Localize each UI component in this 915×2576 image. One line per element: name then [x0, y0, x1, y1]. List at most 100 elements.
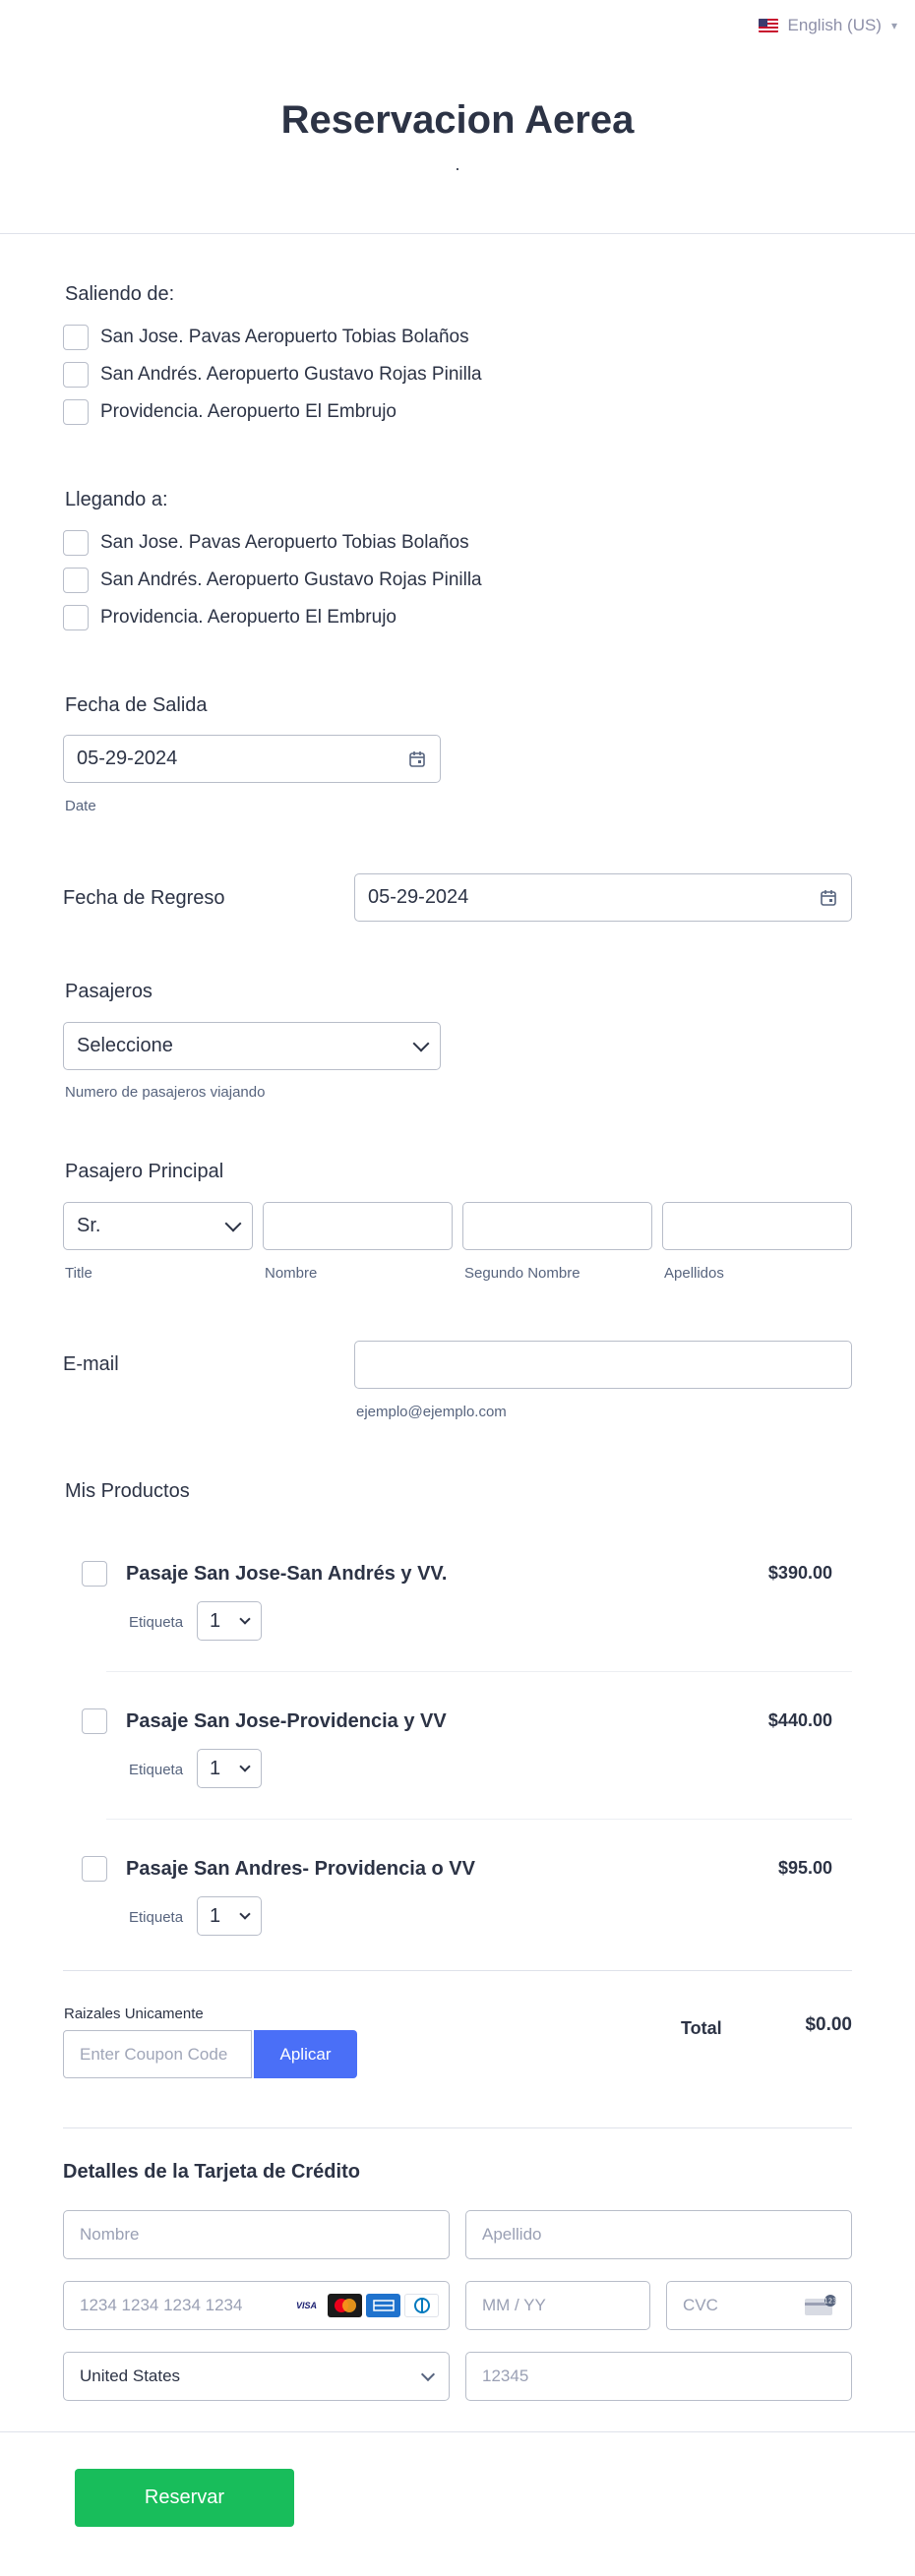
pasajero-principal-label: Pasajero Principal: [65, 1161, 224, 1182]
cvc-placeholder: CVC: [683, 2296, 718, 2314]
cvc-input[interactable]: CVC 123: [666, 2281, 852, 2330]
segundo-nombre-input[interactable]: [462, 1202, 652, 1250]
chevron-down-icon: [239, 1908, 251, 1920]
title-value: Sr.: [77, 1215, 101, 1236]
product-divider: [106, 1819, 852, 1820]
cc-apellido-input[interactable]: Apellido: [465, 2210, 852, 2259]
option-label: Providencia. Aeropuerto El Embrujo: [100, 607, 396, 628]
card-number-input[interactable]: 1234 1234 1234 1234 VISA: [63, 2281, 450, 2330]
title-select[interactable]: Sr.: [63, 1202, 253, 1250]
qty-label: Etiqueta: [129, 1614, 184, 1631]
qty-label: Etiqueta: [129, 1762, 184, 1778]
coupon-label: Raizales Unicamente: [64, 2006, 204, 2022]
pasajeros-sublabel: Numero de pasajeros viajando: [65, 1084, 266, 1101]
expiry-input[interactable]: MM / YY: [465, 2281, 650, 2330]
zip-input[interactable]: 12345: [465, 2352, 852, 2401]
section-divider: [63, 2127, 852, 2128]
saliendo-option-2[interactable]: San Andrés. Aeropuerto Gustavo Rojas Pin…: [63, 362, 482, 388]
chevron-down-icon: [412, 1035, 430, 1051]
checkbox[interactable]: [63, 605, 89, 630]
product-checkbox[interactable]: [82, 1561, 107, 1587]
product-price: $95.00: [777, 1858, 832, 1878]
country-select[interactable]: United States: [63, 2352, 450, 2401]
qty-value: 1: [210, 1609, 221, 1632]
apellidos-input[interactable]: [662, 1202, 852, 1250]
header-divider: [0, 233, 915, 234]
cc-nombre-input[interactable]: Nombre: [63, 2210, 450, 2259]
us-flag-icon: [758, 19, 778, 32]
language-selector[interactable]: English (US) ▾: [758, 14, 897, 37]
option-label: San Andrés. Aeropuerto Gustavo Rojas Pin…: [100, 364, 482, 385]
coupon-input[interactable]: Enter Coupon Code: [63, 2030, 252, 2078]
visa-icon: VISA: [289, 2294, 324, 2317]
total-label: Total: [681, 2018, 722, 2038]
product-price: $390.00: [767, 1563, 832, 1583]
fecha-regreso-input[interactable]: 05-29-2024: [354, 873, 852, 922]
chevron-down-icon: [239, 1613, 251, 1625]
checkbox[interactable]: [63, 399, 89, 425]
checkbox[interactable]: [63, 325, 89, 350]
chevron-down-icon: [420, 2366, 436, 2381]
card-brands: VISA: [289, 2294, 439, 2317]
product-divider: [106, 1671, 852, 1672]
llegando-option-3[interactable]: Providencia. Aeropuerto El Embrujo: [63, 605, 396, 630]
saliendo-label: Saliendo de:: [65, 283, 175, 305]
option-label: San Jose. Pavas Aeropuerto Tobias Bolaño…: [100, 532, 469, 553]
total-value: $0.00: [805, 2014, 852, 2035]
product-price: $440.00: [767, 1710, 832, 1730]
qty-value: 1: [210, 1757, 221, 1779]
email-sublabel: ejemplo@ejemplo.com: [356, 1404, 507, 1420]
title-sublabel: Title: [65, 1265, 92, 1282]
apply-coupon-button[interactable]: Aplicar: [254, 2030, 357, 2078]
tarjeta-title: Detalles de la Tarjeta de Crédito: [63, 2161, 360, 2183]
pasajeros-value: Seleccione: [77, 1035, 173, 1056]
fecha-salida-value: 05-29-2024: [77, 748, 178, 769]
diners-icon: [404, 2294, 439, 2317]
qty-select[interactable]: 1: [197, 1749, 262, 1788]
language-label: English (US): [787, 16, 882, 34]
option-label: Providencia. Aeropuerto El Embrujo: [100, 401, 396, 422]
option-label: San Andrés. Aeropuerto Gustavo Rojas Pin…: [100, 569, 482, 590]
fecha-salida-input[interactable]: 05-29-2024: [63, 735, 441, 783]
llegando-label: Llegando a:: [65, 489, 168, 510]
chevron-down-icon: [239, 1761, 251, 1772]
saliendo-option-3[interactable]: Providencia. Aeropuerto El Embrujo: [63, 399, 396, 425]
qty-select[interactable]: 1: [197, 1896, 262, 1936]
fecha-regreso-label: Fecha de Regreso: [63, 887, 225, 909]
email-label: E-mail: [63, 1353, 119, 1375]
calendar-icon[interactable]: [407, 749, 427, 769]
checkbox[interactable]: [63, 530, 89, 556]
saliendo-option-1[interactable]: San Jose. Pavas Aeropuerto Tobias Bolaño…: [63, 325, 469, 350]
chevron-down-icon: ▾: [890, 19, 897, 32]
svg-text:123: 123: [824, 2298, 836, 2306]
fecha-salida-sublabel: Date: [65, 798, 96, 814]
apellidos-sublabel: Apellidos: [664, 1265, 724, 1282]
country-value: United States: [80, 2366, 181, 2385]
productos-label: Mis Productos: [65, 1480, 190, 1502]
product-name: Pasaje San Andres- Providencia o VV: [126, 1858, 475, 1880]
segundo-nombre-sublabel: Segundo Nombre: [464, 1265, 580, 1282]
product-name: Pasaje San Jose-Providencia y VV: [126, 1710, 447, 1732]
email-input[interactable]: [354, 1341, 852, 1389]
mastercard-icon: [328, 2294, 362, 2317]
calendar-icon[interactable]: [819, 888, 838, 908]
chevron-down-icon: [224, 1215, 242, 1231]
fecha-regreso-value: 05-29-2024: [368, 886, 469, 908]
reservar-button[interactable]: Reservar: [75, 2469, 294, 2527]
checkbox[interactable]: [63, 362, 89, 388]
product-checkbox[interactable]: [82, 1856, 107, 1882]
product-checkbox[interactable]: [82, 1708, 107, 1734]
fecha-salida-label: Fecha de Salida: [65, 694, 208, 716]
checkbox[interactable]: [63, 568, 89, 593]
qty-select[interactable]: 1: [197, 1601, 262, 1641]
llegando-option-1[interactable]: San Jose. Pavas Aeropuerto Tobias Bolaño…: [63, 530, 469, 556]
pasajeros-select[interactable]: Seleccione: [63, 1022, 441, 1070]
pasajeros-label: Pasajeros: [65, 981, 152, 1002]
cvc-card-icon: 123: [805, 2295, 837, 2315]
product-name: Pasaje San Jose-San Andrés y VV.: [126, 1563, 448, 1585]
card-number-placeholder: 1234 1234 1234 1234: [80, 2296, 243, 2314]
nombre-input[interactable]: [263, 1202, 453, 1250]
option-label: San Jose. Pavas Aeropuerto Tobias Bolaño…: [100, 327, 469, 347]
page-subtitle: .: [455, 154, 460, 174]
llegando-option-2[interactable]: San Andrés. Aeropuerto Gustavo Rojas Pin…: [63, 568, 482, 593]
